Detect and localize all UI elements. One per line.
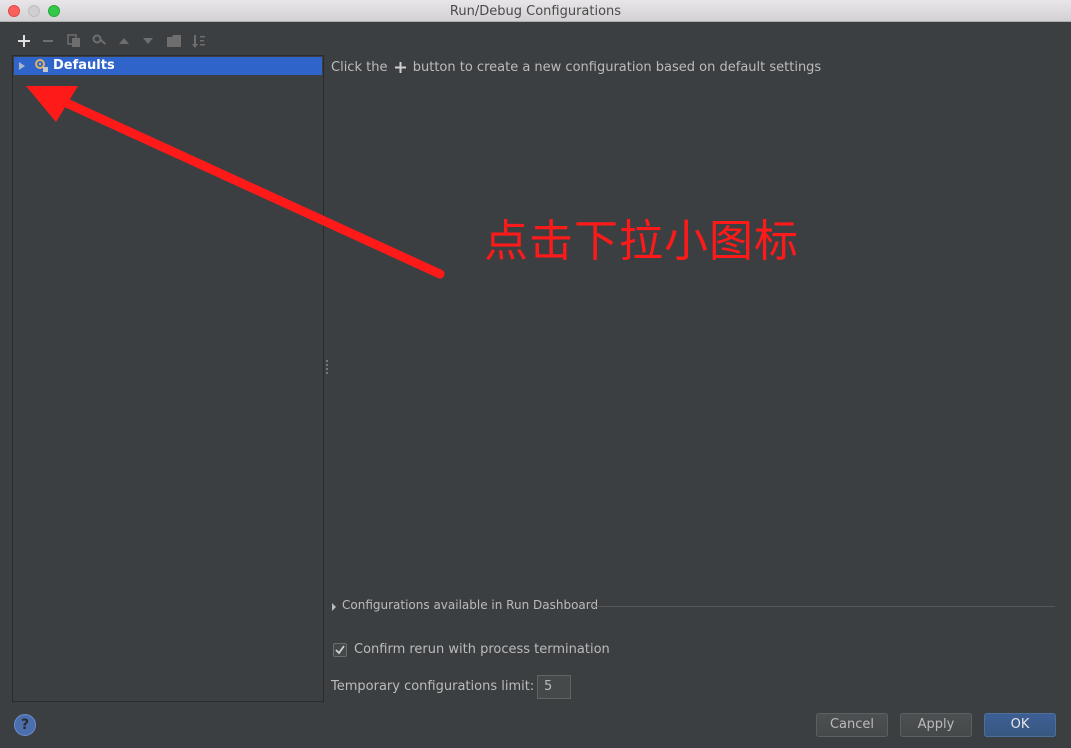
apply-button[interactable]: Apply <box>900 713 972 737</box>
run-dashboard-section[interactable]: Configurations available in Run Dashboar… <box>331 598 1055 614</box>
help-button[interactable]: ? <box>14 714 36 736</box>
cancel-button[interactable]: Cancel <box>816 713 888 737</box>
run-dashboard-label: Configurations available in Run Dashboar… <box>342 598 599 612</box>
temp-limit-input[interactable]: 5 <box>537 675 571 699</box>
confirm-rerun-checkbox[interactable] <box>333 643 347 657</box>
temp-limit-label: Temporary configurations limit: <box>331 679 535 694</box>
confirm-rerun-label: Confirm rerun with process termination <box>354 642 610 657</box>
section-divider <box>593 606 1055 607</box>
annotation-text: 点击下拉小图标 <box>484 216 799 267</box>
ok-button[interactable]: OK <box>984 713 1056 737</box>
checkmark-icon <box>335 645 345 655</box>
annotation-arrow <box>26 86 445 279</box>
collapse-arrow-icon[interactable] <box>331 603 337 611</box>
